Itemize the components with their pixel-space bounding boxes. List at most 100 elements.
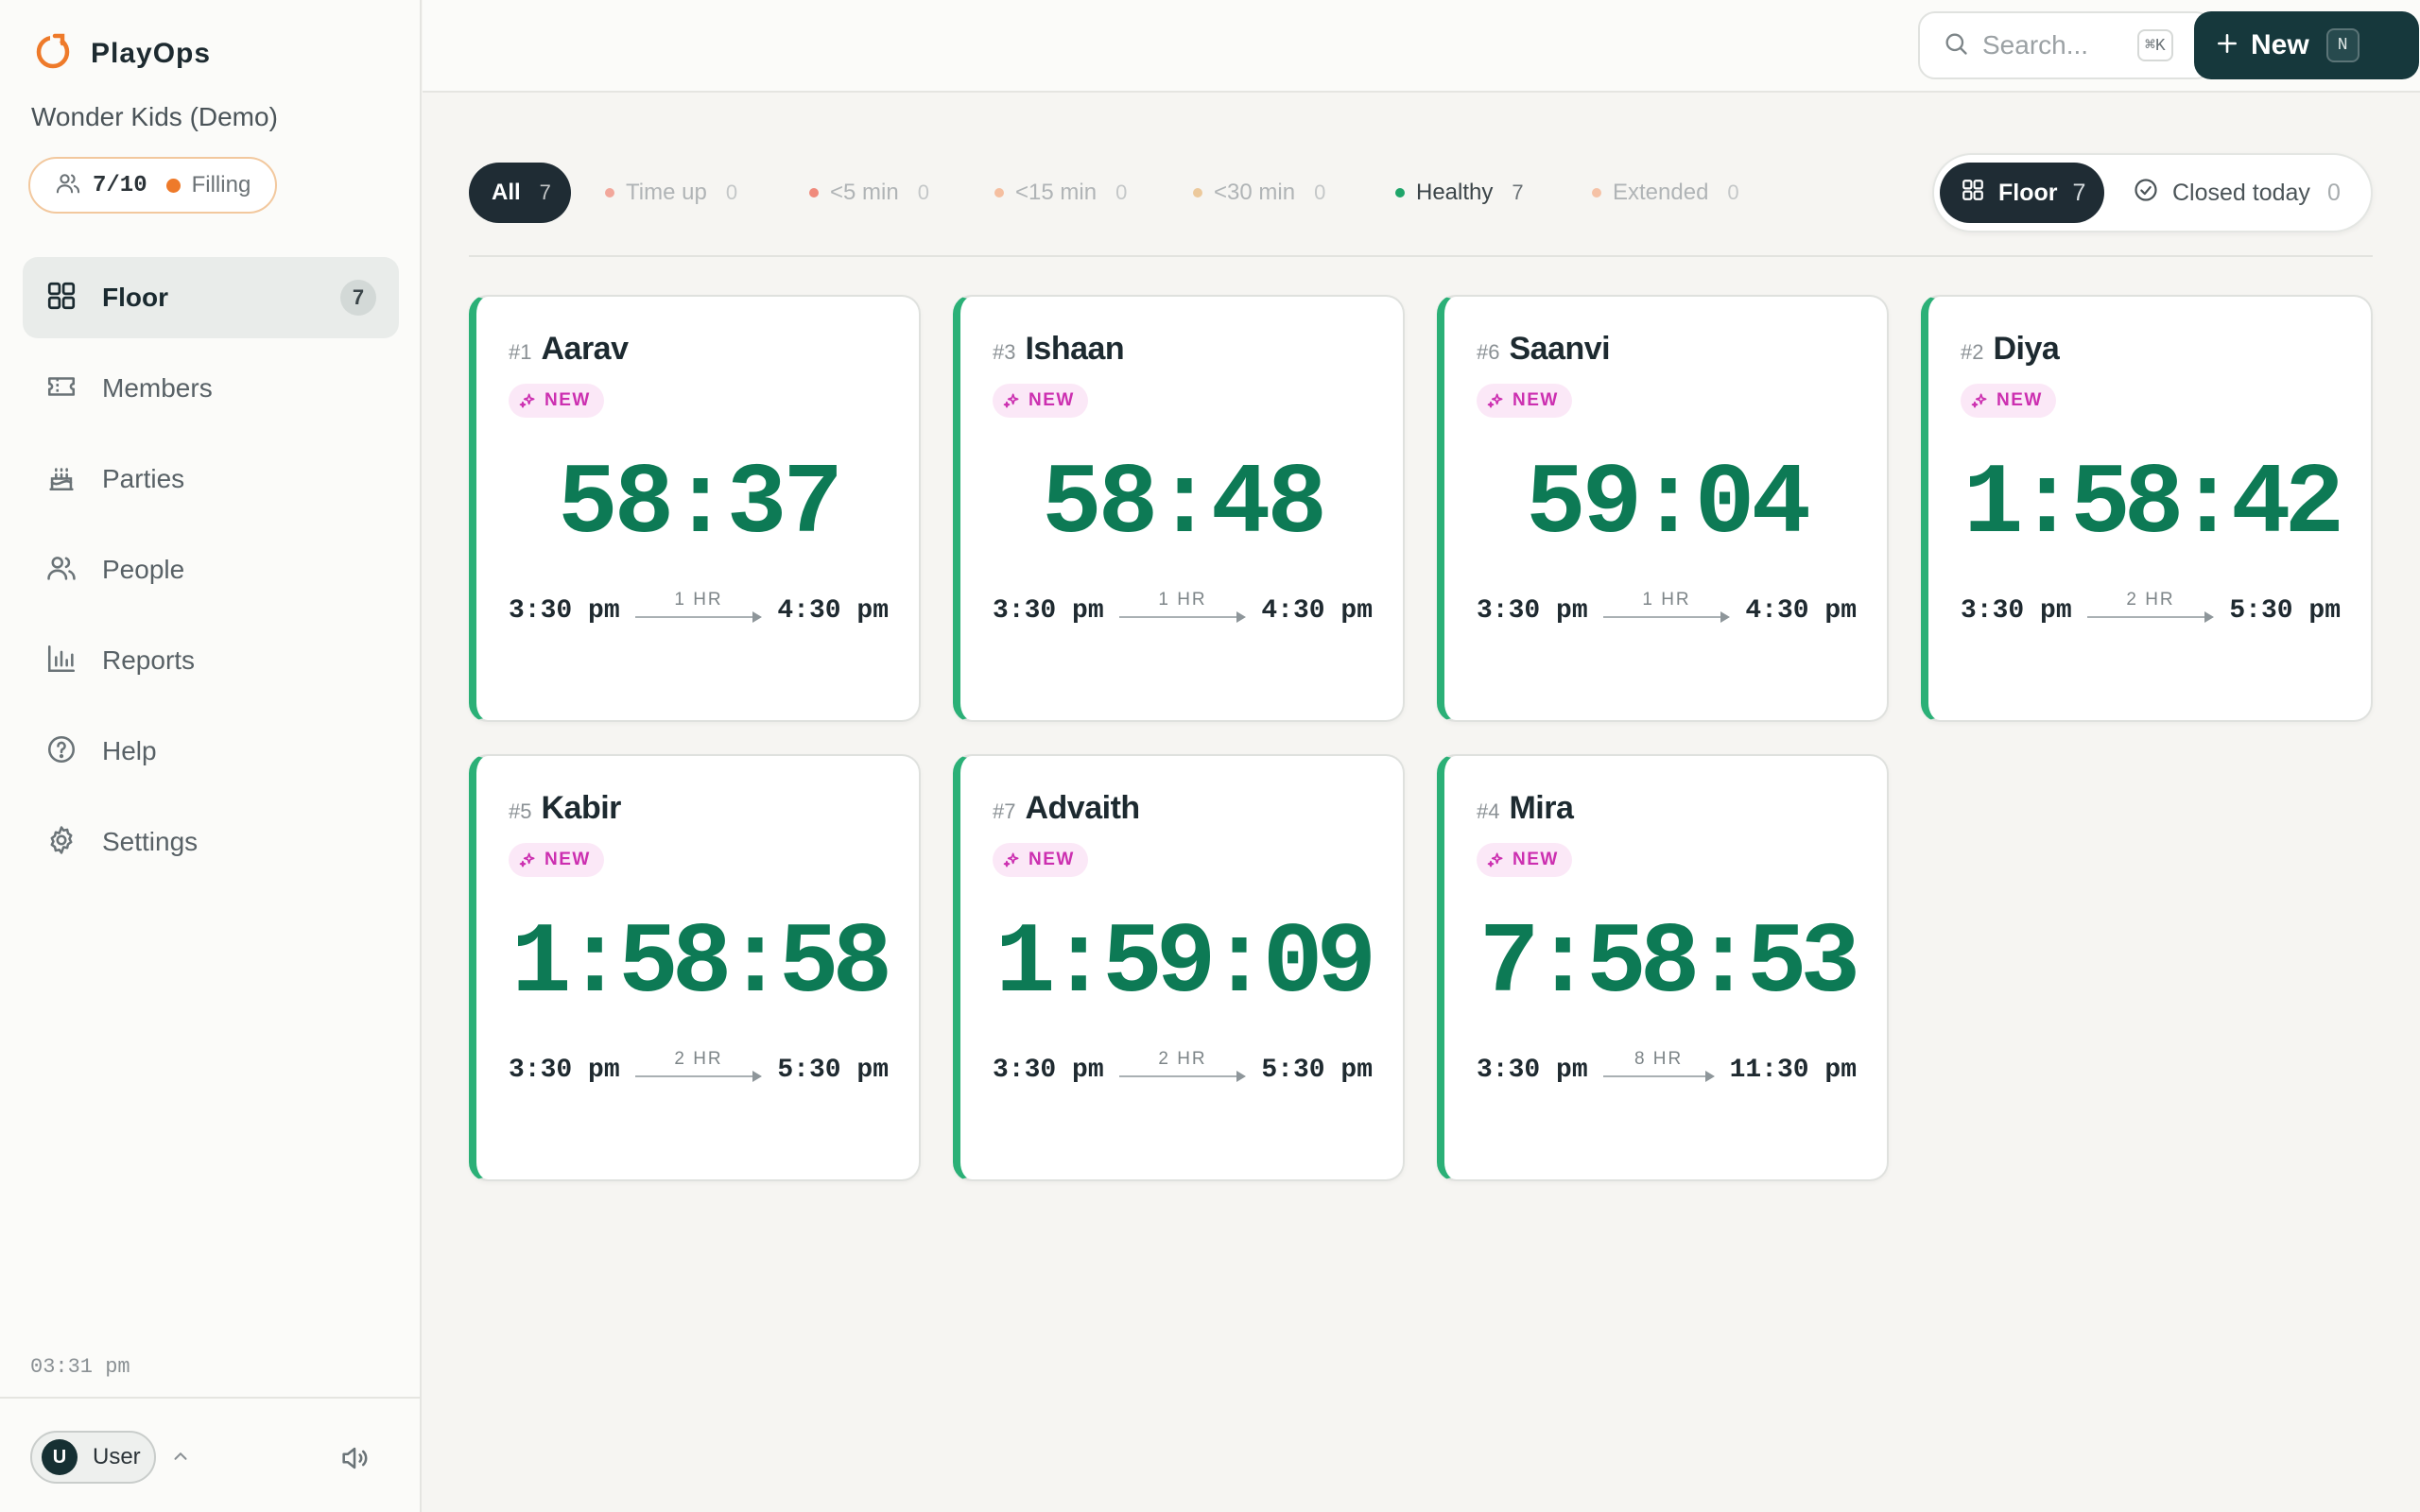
filter-count: 0 — [725, 180, 738, 204]
sidebar-item-settings[interactable]: Settings — [23, 801, 399, 883]
new-button[interactable]: New N — [2194, 11, 2419, 79]
status-dot — [1395, 188, 1405, 198]
session-number: #6 — [1477, 340, 1500, 364]
chevron-up-icon[interactable] — [170, 1446, 191, 1471]
filter-all[interactable]: All 7 — [469, 163, 571, 223]
sparkle-icon — [1971, 393, 1987, 408]
session-card[interactable]: #2 Diya NEW 1:58:42 3:30 pm 2 HR 5:30 pm — [1921, 295, 2373, 722]
session-times: 3:30 pm 1 HR 4:30 pm — [509, 590, 889, 629]
new-badge: NEW — [1477, 384, 1572, 418]
session-number: #1 — [509, 340, 532, 364]
arrow-right-icon — [752, 611, 763, 623]
new-badge-label: NEW — [544, 850, 591, 869]
plus-icon — [2215, 31, 2239, 60]
session-card[interactable]: #1 Aarav NEW 58:37 3:30 pm 1 HR 4:30 pm — [469, 295, 921, 722]
capacity-status: Filling — [191, 172, 251, 198]
session-card[interactable]: #4 Mira NEW 7:58:53 3:30 pm 8 HR 11:30 p… — [1437, 754, 1889, 1181]
status-dot — [1193, 188, 1202, 198]
view-floor-label: Floor — [1998, 179, 2058, 206]
filter-count: 0 — [917, 180, 929, 204]
arrow-right-icon — [1236, 1071, 1247, 1082]
sidebar-item-help[interactable]: Help — [23, 711, 399, 792]
view-closed-count: 0 — [2326, 179, 2341, 206]
sparkle-icon — [519, 393, 535, 408]
duration-line — [1118, 1075, 1239, 1077]
countdown-timer: 1:58:42 — [1962, 448, 2344, 561]
duration-line — [1118, 616, 1239, 618]
duration-indicator: 2 HR — [634, 1049, 763, 1089]
session-times: 3:30 pm 2 HR 5:30 pm — [1961, 590, 2341, 629]
filter-under-30-min[interactable]: <30 min 0 — [1193, 163, 1325, 223]
status-dot — [994, 188, 1004, 198]
avatar: U — [42, 1439, 78, 1475]
session-number: #2 — [1961, 340, 1984, 364]
users-icon — [55, 170, 81, 201]
user-menu-button[interactable]: U User — [30, 1431, 156, 1484]
search-input[interactable] — [1982, 30, 2124, 60]
sidebar-item-floor[interactable]: Floor 7 — [23, 257, 399, 338]
session-number: #5 — [509, 799, 532, 823]
sidebar-item-label: Reports — [102, 645, 196, 675]
volume-icon[interactable] — [338, 1442, 371, 1479]
duration-label: 2 HR — [2126, 590, 2175, 610]
new-badge: NEW — [993, 843, 1088, 877]
card-header: #6 Saanvi — [1477, 331, 1611, 368]
view-toggle: Floor 7 Closed today 0 — [1932, 153, 2373, 232]
sparkle-icon — [1487, 393, 1503, 408]
filter-label: Extended — [1613, 180, 1709, 205]
new-badge-label: NEW — [1028, 390, 1075, 410]
help-circle-icon — [45, 733, 78, 770]
duration-indicator: 1 HR — [634, 590, 763, 629]
session-times: 3:30 pm 1 HR 4:30 pm — [993, 590, 1373, 629]
filter-count: 0 — [1314, 180, 1326, 204]
sidebar-item-parties[interactable]: Parties — [23, 438, 399, 520]
sidebar-clock: 03:31 pm — [30, 1355, 130, 1379]
new-shortcut: N — [2325, 28, 2360, 62]
filter-count: 0 — [1115, 180, 1128, 204]
session-card[interactable]: #7 Advaith NEW 1:59:09 3:30 pm 2 HR 5:30… — [953, 754, 1405, 1181]
filter-under-5-min[interactable]: <5 min 0 — [809, 163, 929, 223]
duration-label: 1 HR — [1158, 590, 1207, 610]
duration-indicator: 1 HR — [1602, 590, 1731, 629]
floor-count-badge: 7 — [340, 280, 376, 316]
topbar: ⌘K New N — [423, 0, 2420, 93]
session-card[interactable]: #5 Kabir NEW 1:58:58 3:30 pm 2 HR 5:30 p… — [469, 754, 921, 1181]
sidebar-item-people[interactable]: People — [23, 529, 399, 610]
brand[interactable]: PlayOps — [34, 32, 211, 75]
filter-healthy[interactable]: Healthy 7 — [1395, 163, 1524, 223]
gear-icon — [45, 824, 78, 861]
new-badge: NEW — [1961, 384, 2056, 418]
filter-under-15-min[interactable]: <15 min 0 — [994, 163, 1127, 223]
sidebar-item-members[interactable]: Members — [23, 348, 399, 429]
check-circle-icon — [2133, 177, 2159, 210]
card-header: #5 Kabir — [509, 790, 621, 827]
capacity-badge[interactable]: 7/10 Filling — [28, 157, 278, 214]
session-card[interactable]: #3 Ishaan NEW 58:48 3:30 pm 1 HR 4:30 pm — [953, 295, 1405, 722]
session-times: 3:30 pm 1 HR 4:30 pm — [1477, 590, 1857, 629]
new-badge-label: NEW — [1996, 390, 2043, 410]
duration-line — [634, 616, 755, 618]
view-floor-button[interactable]: Floor 7 — [1940, 163, 2104, 223]
sidebar-item-reports[interactable]: Reports — [23, 620, 399, 701]
duration-line — [634, 1075, 755, 1077]
filter-label: <5 min — [830, 180, 899, 205]
child-name: Ishaan — [1025, 331, 1125, 367]
filter-time-up[interactable]: Time up 0 — [605, 163, 737, 223]
search-box[interactable]: ⌘K — [1918, 11, 2213, 79]
filter-bar: All 7 Time up 0 <5 min 0 <15 min 0 <30 m… — [469, 153, 2373, 257]
grid-icon — [1961, 178, 1985, 209]
filter-extended[interactable]: Extended 0 — [1592, 163, 1739, 223]
duration-label: 2 HR — [1158, 1049, 1207, 1069]
duration-label: 8 HR — [1634, 1049, 1684, 1069]
arrow-right-icon — [752, 1071, 763, 1082]
duration-line — [2086, 616, 2207, 618]
sidebar-item-label: Parties — [102, 464, 185, 493]
capacity-status-dot — [165, 178, 181, 193]
countdown-timer: 58:37 — [557, 448, 843, 561]
card-header: #1 Aarav — [509, 331, 629, 368]
session-card[interactable]: #6 Saanvi NEW 59:04 3:30 pm 1 HR 4:30 pm — [1437, 295, 1889, 722]
sidebar-footer: U User — [0, 1397, 422, 1512]
session-times: 3:30 pm 2 HR 5:30 pm — [993, 1049, 1373, 1089]
new-badge: NEW — [509, 384, 604, 418]
view-closed-today-button[interactable]: Closed today 0 — [2133, 163, 2341, 223]
